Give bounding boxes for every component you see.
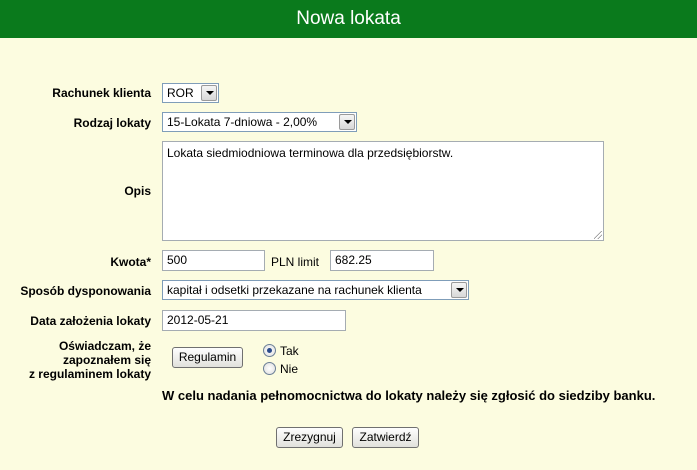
deposit-type-select-value: 15-Lokata 7-dniowa - 2,00% xyxy=(167,115,318,129)
limit-input[interactable]: 682.25 xyxy=(330,250,434,271)
terms-label: Oświadczam, że zapoznałem się z regulami… xyxy=(11,339,151,381)
confirm-button[interactable]: Zatwierdź xyxy=(352,427,419,448)
creation-date-label: Data założenia lokaty xyxy=(30,314,151,328)
deposit-type-label: Rodzaj lokaty xyxy=(73,116,151,130)
terms-label-line: Oświadczam, że xyxy=(58,339,151,353)
cancel-button[interactable]: Zrezygnuj xyxy=(276,427,343,448)
description-text: Lokata siedmiodniowa terminowa dla przed… xyxy=(167,146,454,160)
disposition-select[interactable]: kapitał i odsetki przekazane na rachunek… xyxy=(162,280,469,300)
chevron-down-icon[interactable] xyxy=(451,282,467,298)
account-select-value: ROR xyxy=(167,86,194,100)
account-label: Rachunek klienta xyxy=(52,86,151,100)
regulations-button[interactable]: Regulamin xyxy=(172,347,243,368)
description-label: Opis xyxy=(124,184,151,198)
page-title: Nowa lokata xyxy=(0,0,697,38)
creation-date-input[interactable]: 2012-05-21 xyxy=(162,310,346,331)
amount-input[interactable]: 500 xyxy=(162,250,265,271)
terms-label-line: z regulaminem lokaty xyxy=(28,367,151,381)
terms-yes-radio[interactable] xyxy=(263,344,276,357)
power-of-attorney-notice: W celu nadania pełnomocnictwa do lokaty … xyxy=(162,388,656,403)
terms-yes-label[interactable]: Tak xyxy=(280,344,299,358)
disposition-select-value: kapitał i odsetki przekazane na rachunek… xyxy=(167,283,422,297)
currency-limit-text: PLN limit xyxy=(271,255,320,269)
deposit-type-select[interactable]: 15-Lokata 7-dniowa - 2,00% xyxy=(162,112,357,132)
amount-label: Kwota* xyxy=(110,255,151,269)
chevron-down-icon[interactable] xyxy=(339,114,355,130)
disposition-label: Sposób dysponowania xyxy=(20,284,151,298)
resize-handle-icon[interactable] xyxy=(594,231,602,239)
account-select[interactable]: ROR xyxy=(162,83,219,103)
terms-label-line: zapoznałem się xyxy=(62,353,151,367)
description-textarea[interactable]: Lokata siedmiodniowa terminowa dla przed… xyxy=(162,141,604,241)
terms-no-radio[interactable] xyxy=(263,362,276,375)
chevron-down-icon[interactable] xyxy=(201,85,217,101)
terms-no-label[interactable]: Nie xyxy=(280,362,298,376)
